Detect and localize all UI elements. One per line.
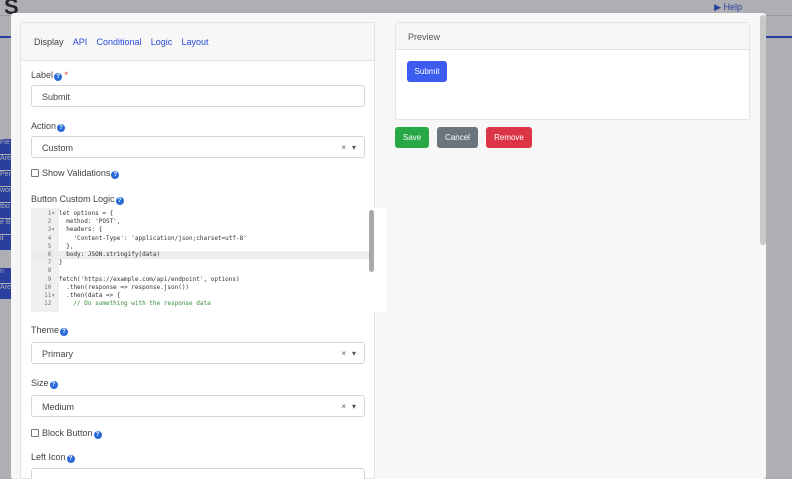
help-icon[interactable]: ? bbox=[60, 328, 69, 336]
preview-submit-button[interactable]: Submit bbox=[407, 61, 447, 82]
theme-select-value: Primary bbox=[42, 349, 73, 359]
code-line-number: 2 bbox=[47, 218, 55, 226]
custom-logic-label: Button Custom Logic? bbox=[31, 194, 124, 205]
code-line-text: } bbox=[59, 259, 63, 267]
theme-field-label: Theme? bbox=[31, 325, 69, 336]
left-icon-input[interactable] bbox=[31, 468, 365, 479]
save-button[interactable]: Save bbox=[395, 127, 429, 148]
code-line-number: 4 bbox=[47, 234, 55, 242]
code-line[interactable]: 11▾ .then(data => { bbox=[31, 292, 374, 300]
code-line-number: 12 bbox=[44, 300, 55, 308]
label-input-value: Submit bbox=[42, 92, 71, 102]
form-body: Label? * Submit Action? Custom × ▾ Show V… bbox=[20, 0, 386, 479]
code-line-text: fetch('https://example.com/api/endpoint'… bbox=[59, 275, 240, 283]
code-line-text: body: JSON.stringify(data) bbox=[59, 251, 161, 258]
code-line-number: 3▾ bbox=[47, 226, 55, 234]
code-line-number: 9 bbox=[47, 275, 55, 283]
preview-title: Preview bbox=[396, 23, 749, 50]
code-line-text: // Do something with the response data bbox=[59, 300, 211, 308]
code-line-number: 1▾ bbox=[47, 210, 55, 217]
code-line[interactable]: 5 }, bbox=[31, 243, 374, 251]
code-line[interactable]: 6 body: JSON.stringify(data) bbox=[31, 251, 374, 259]
code-line[interactable]: 12 // Do something with the response dat… bbox=[31, 300, 374, 308]
code-line[interactable]: 1▾ let options = { bbox=[31, 210, 374, 218]
size-field-label: Size? bbox=[31, 378, 58, 389]
help-icon[interactable]: ? bbox=[111, 171, 120, 179]
code-line-text: .then(response => response.json()) bbox=[59, 283, 190, 291]
code-line-text: 'Content-Type': 'application/json;charse… bbox=[59, 234, 247, 242]
action-field-label: Action? bbox=[31, 121, 66, 132]
show-validations-checkbox[interactable]: Show Validations? bbox=[31, 168, 120, 179]
code-line[interactable]: 3▾ headers: { bbox=[31, 226, 374, 234]
code-line-text: let options = { bbox=[59, 210, 114, 217]
code-line-number: 8 bbox=[47, 267, 55, 275]
help-icon[interactable]: ? bbox=[57, 124, 66, 132]
help-icon[interactable]: ? bbox=[93, 431, 102, 439]
code-line[interactable]: 8 bbox=[31, 267, 374, 275]
help-icon[interactable]: ? bbox=[66, 455, 75, 463]
chevron-down-icon[interactable]: ▾ bbox=[352, 402, 356, 411]
code-line[interactable]: 2 method: 'POST', bbox=[31, 218, 374, 226]
left-icon-field-label: Left Icon? bbox=[31, 452, 75, 463]
code-line-number: 6 bbox=[47, 251, 55, 258]
chevron-down-icon[interactable]: ▾ bbox=[352, 349, 356, 358]
code-line-text: headers: { bbox=[59, 226, 103, 234]
action-select-value: Custom bbox=[42, 143, 74, 153]
cancel-button[interactable]: Cancel bbox=[437, 127, 478, 148]
action-select[interactable]: Custom × ▾ bbox=[31, 136, 365, 158]
help-icon[interactable]: ? bbox=[115, 197, 124, 205]
code-line[interactable]: 10 .then(response => response.json()) bbox=[31, 284, 374, 292]
clear-icon[interactable]: × bbox=[341, 349, 346, 358]
code-line-number: 5 bbox=[47, 242, 55, 250]
preview-panel: Preview Submit bbox=[395, 22, 750, 120]
label-field-label: Label? * bbox=[31, 70, 69, 81]
code-line-number: 7 bbox=[47, 259, 55, 267]
code-line[interactable]: 9 fetch('https://example.com/api/endpoin… bbox=[31, 276, 374, 284]
help-icon[interactable]: ? bbox=[54, 73, 63, 81]
checkbox-box[interactable] bbox=[31, 169, 39, 177]
code-line-number: 10 bbox=[44, 283, 55, 291]
help-icon[interactable]: ? bbox=[49, 381, 58, 389]
required-mark: * bbox=[64, 70, 69, 80]
code-editor[interactable]: 1▾ let options = {2 method: 'POST', 3▾ hea… bbox=[31, 208, 386, 312]
code-line[interactable]: 4 'Content-Type': 'application/json;char… bbox=[31, 235, 374, 243]
theme-select[interactable]: Primary × ▾ bbox=[31, 342, 365, 364]
code-line-text: }, bbox=[59, 242, 74, 250]
code-line-number: 11▾ bbox=[44, 292, 55, 299]
code-line-text: method: 'POST', bbox=[59, 218, 121, 226]
size-select[interactable]: Medium × ▾ bbox=[31, 395, 365, 417]
remove-button[interactable]: Remove bbox=[486, 127, 532, 148]
code-line-text: .then(data => { bbox=[59, 292, 121, 299]
clear-icon[interactable]: × bbox=[341, 143, 346, 152]
modal-scrollbar[interactable] bbox=[760, 15, 766, 245]
clear-icon[interactable]: × bbox=[341, 402, 346, 411]
block-button-checkbox[interactable]: Block Button? bbox=[31, 428, 102, 439]
size-select-value: Medium bbox=[42, 402, 75, 412]
code-editor-scrollbar[interactable] bbox=[369, 210, 374, 272]
label-input[interactable]: Submit bbox=[31, 85, 365, 107]
checkbox-box[interactable] bbox=[31, 429, 39, 437]
code-line[interactable]: 7 } bbox=[31, 259, 374, 267]
chevron-down-icon[interactable]: ▾ bbox=[352, 143, 356, 152]
